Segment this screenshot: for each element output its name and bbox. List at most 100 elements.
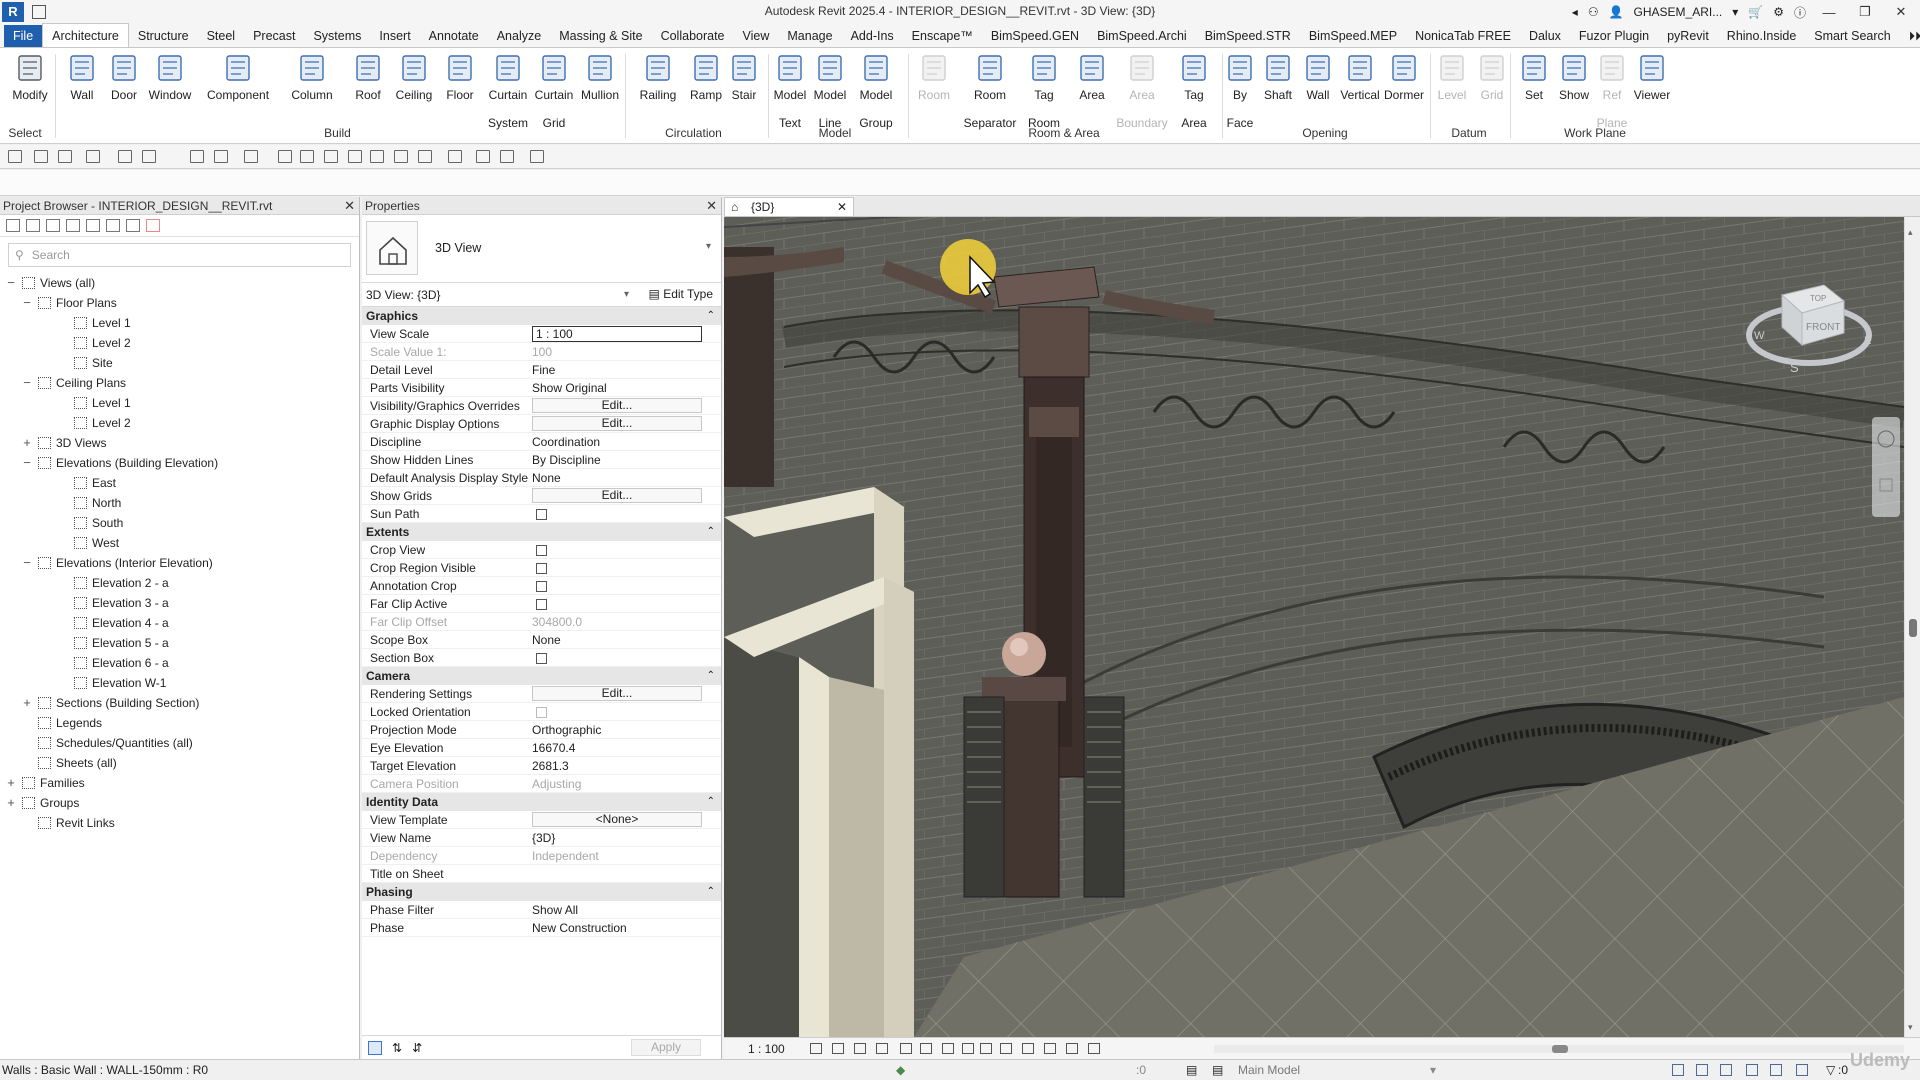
prop-value[interactable]: <None>: [528, 811, 721, 828]
group-model[interactable]: Model: [768, 126, 902, 140]
prop-value[interactable]: [528, 559, 721, 576]
group-build[interactable]: Build: [55, 126, 620, 140]
tree-item-elevation-2-a[interactable]: Elevation 2 - a: [0, 573, 359, 593]
chevron-left-icon[interactable]: ◂: [1572, 5, 1578, 19]
tree-toggle-icon[interactable]: −: [22, 373, 32, 393]
chevron-down-icon[interactable]: ▾: [1732, 5, 1738, 19]
tree-item-elevation-3-a[interactable]: Elevation 3 - a: [0, 593, 359, 613]
tree-toggle-icon[interactable]: −: [22, 293, 32, 313]
tab-rhino-inside[interactable]: Rhino.Inside: [1718, 25, 1806, 47]
tree-item-views-all[interactable]: − Views (all): [0, 273, 359, 293]
section-extents[interactable]: Extents ⌃: [362, 523, 721, 541]
prop-value[interactable]: [528, 595, 721, 612]
prop-value[interactable]: Show Original: [528, 379, 721, 396]
prop-edit-button[interactable]: Edit...: [532, 398, 702, 413]
tree-item-site[interactable]: Site: [0, 353, 359, 373]
tree-toggle-icon[interactable]: −: [22, 453, 32, 473]
tool-ref-plane[interactable]: Ref Plane: [1590, 52, 1634, 130]
exchange-icon[interactable]: ⚙: [1773, 5, 1784, 19]
tree-toggle-icon[interactable]: +: [6, 773, 16, 793]
view-tab[interactable]: ⌂ {3D} ✕: [724, 197, 854, 216]
qat-icon-19[interactable]: [530, 150, 544, 163]
user-name[interactable]: GHASEM_ARI...: [1634, 5, 1723, 19]
tree-item-schedules-quantities-all[interactable]: Schedules/Quantities (all): [0, 733, 359, 753]
link-icon[interactable]: [146, 219, 160, 232]
checkbox[interactable]: [536, 599, 547, 610]
binoculars-icon[interactable]: ⚇: [1588, 5, 1599, 19]
tree-item-elevation-6-a[interactable]: Elevation 6 - a: [0, 653, 359, 673]
scroll-thumb[interactable]: [1552, 1045, 1568, 1053]
prop-value[interactable]: Coordination: [528, 433, 721, 450]
tool-model-line[interactable]: Model Line: [808, 52, 852, 130]
qat-icon-5[interactable]: [142, 150, 156, 163]
tree-item-sheets-all[interactable]: Sheets (all): [0, 753, 359, 773]
qat-icon-18[interactable]: [500, 150, 514, 163]
section-phasing[interactable]: Phasing ⌃: [362, 883, 721, 901]
collapse-icon[interactable]: ⌃: [707, 523, 715, 541]
prop-value[interactable]: Edit...: [528, 397, 721, 414]
view-control-icon-0[interactable]: [810, 1043, 822, 1054]
view-control-icon-1[interactable]: [832, 1043, 844, 1054]
apply-button[interactable]: Apply: [631, 1039, 701, 1056]
qat-icon-8[interactable]: [244, 150, 258, 163]
view-control-icon-7[interactable]: [962, 1043, 974, 1054]
design-options-icon[interactable]: ▤: [1186, 1060, 1197, 1080]
tree-toggle-icon[interactable]: −: [6, 273, 16, 293]
tool-wall[interactable]: Wall: [60, 52, 104, 116]
qat-icon-14[interactable]: [394, 150, 408, 163]
home-icon[interactable]: [6, 219, 20, 232]
search-input[interactable]: ⚲ Search: [8, 243, 351, 267]
tab-view[interactable]: View: [734, 25, 779, 47]
group-select[interactable]: Select: [0, 126, 50, 140]
prop-value[interactable]: [528, 703, 721, 720]
minimize-icon[interactable]: —: [1816, 5, 1842, 20]
tool-door[interactable]: Door: [102, 52, 146, 116]
tree-item-west[interactable]: West: [0, 533, 359, 553]
collapse-icon[interactable]: ⌃: [707, 307, 715, 325]
tool-vertical[interactable]: Vertical: [1338, 52, 1382, 116]
tool-level[interactable]: Level: [1430, 52, 1474, 116]
prop-value[interactable]: [528, 505, 721, 522]
prop-value[interactable]: [528, 577, 721, 594]
tab-bimspeed-archi[interactable]: BimSpeed.Archi: [1088, 25, 1196, 47]
tree-item-sections-building-section[interactable]: + Sections (Building Section): [0, 693, 359, 713]
prop-value[interactable]: By Discipline: [528, 451, 721, 468]
chevron-down-icon[interactable]: ▾: [624, 289, 629, 300]
qat-icon-0[interactable]: [8, 150, 22, 163]
tool-dormer[interactable]: Dormer: [1382, 52, 1426, 116]
tool-area[interactable]: Area: [1070, 52, 1114, 116]
instance-selector[interactable]: 3D View: {3D} ▾ ▤ Edit Type: [362, 283, 721, 307]
prop-value[interactable]: [528, 649, 721, 666]
tool-set[interactable]: Set: [1512, 52, 1556, 116]
selection-icon-1[interactable]: [1696, 1064, 1708, 1076]
tab-manage[interactable]: Manage: [778, 25, 841, 47]
sort-icon[interactable]: ⇅: [392, 1041, 402, 1055]
tree-item-families[interactable]: + Families: [0, 773, 359, 793]
sheet-icon[interactable]: [46, 219, 60, 232]
qat-icon-15[interactable]: [418, 150, 432, 163]
tree-item-south[interactable]: South: [0, 513, 359, 533]
tool-room-separator[interactable]: Room Separator: [964, 52, 1016, 130]
prop-edit-button[interactable]: <None>: [532, 812, 702, 827]
view-control-icon-4[interactable]: [900, 1043, 912, 1054]
prop-value[interactable]: Edit...: [528, 685, 721, 702]
prop-edit-button[interactable]: Edit...: [532, 686, 702, 701]
tree-item-elevation-w-1[interactable]: Elevation W-1: [0, 673, 359, 693]
qat-icon-2[interactable]: [58, 150, 72, 163]
prop-value[interactable]: Show All: [528, 901, 721, 918]
design-options-icon-2[interactable]: ▤: [1212, 1060, 1223, 1080]
group-work-plane[interactable]: Work Plane: [1510, 126, 1680, 140]
tool-viewer[interactable]: Viewer: [1630, 52, 1674, 116]
tool-wall[interactable]: Wall: [1296, 52, 1340, 116]
tool-tag-area[interactable]: Tag Area: [1172, 52, 1216, 130]
tree-item-level-1[interactable]: Level 1: [0, 393, 359, 413]
prop-value[interactable]: [528, 865, 721, 882]
tool-floor[interactable]: Floor: [438, 52, 482, 116]
properties-help-icon[interactable]: [368, 1040, 382, 1055]
tab-insert[interactable]: Insert: [370, 25, 419, 47]
qat-icon-12[interactable]: [348, 150, 362, 163]
qat-icon-4[interactable]: [118, 150, 132, 163]
chevron-down-icon[interactable]: ▾: [706, 241, 711, 252]
section-camera[interactable]: Camera ⌃: [362, 667, 721, 685]
checkbox[interactable]: [536, 581, 547, 592]
